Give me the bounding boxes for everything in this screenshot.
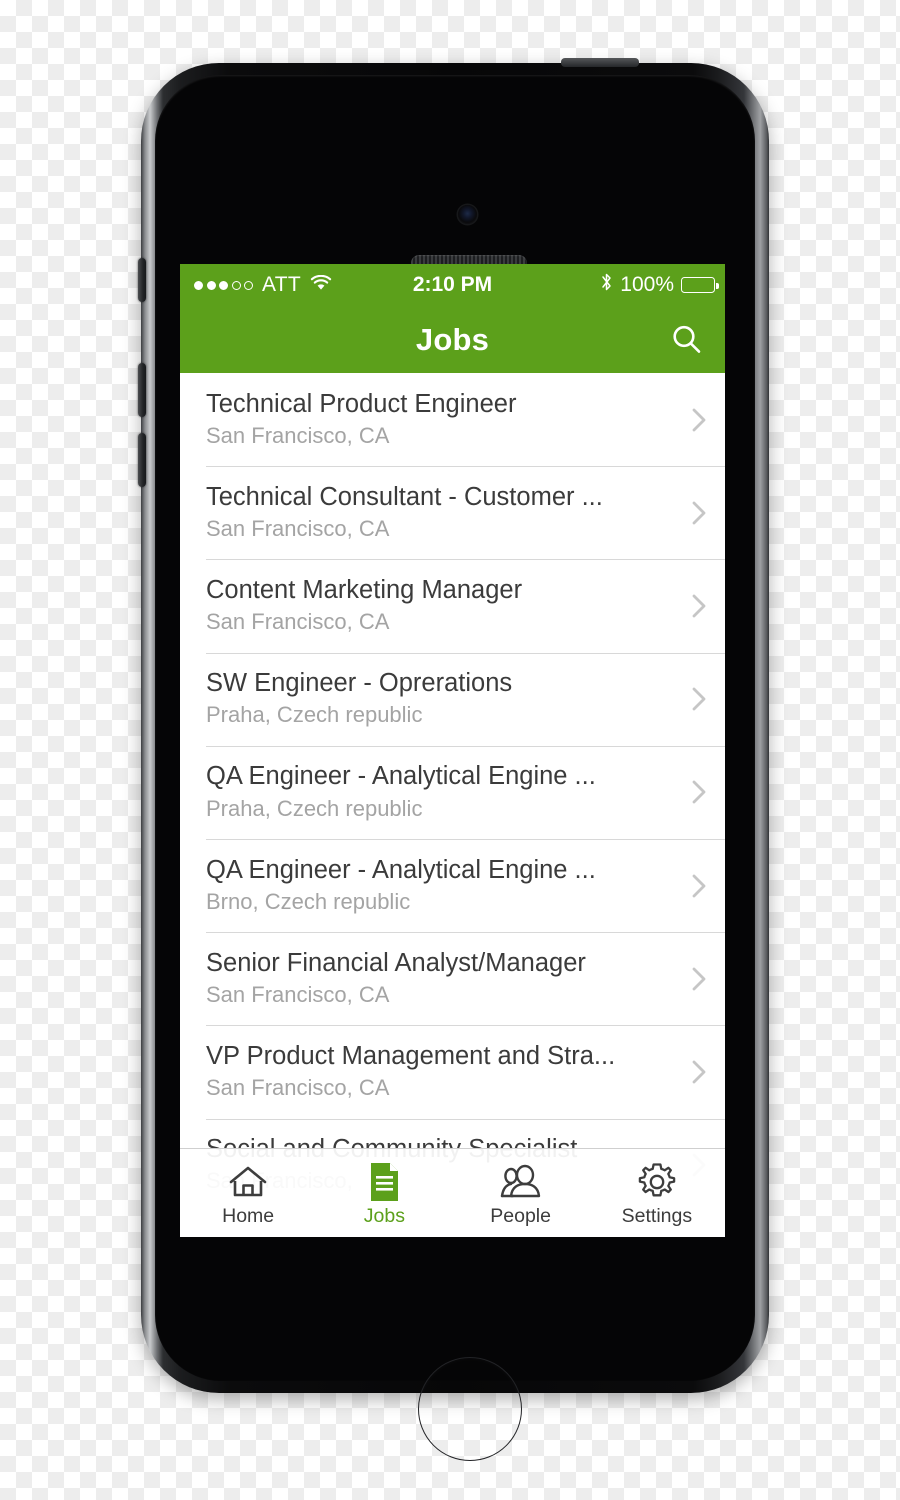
job-text-block: Technical Product Engineer San Francisco,… <box>206 389 673 451</box>
tab-label: Jobs <box>363 1204 405 1227</box>
job-title: Content Marketing Manager <box>206 576 523 605</box>
people-icon <box>497 1160 545 1204</box>
tab-label: People <box>490 1204 551 1227</box>
chevron-right-icon <box>673 590 725 622</box>
navigation-bar: Jobs <box>180 306 725 373</box>
job-location: San Francisco, CA <box>206 422 390 448</box>
job-title: QA Engineer - Analytical Engine ... <box>206 762 596 791</box>
battery-full-icon <box>681 277 719 293</box>
job-location: San Francisco, CA <box>206 609 390 635</box>
job-list-item[interactable]: VP Product Management and Stra... San Fra… <box>180 1025 725 1118</box>
job-list-item[interactable]: SW Engineer - Oprerations Praha, Czech re… <box>180 652 725 746</box>
bluetooth-icon <box>600 272 613 298</box>
tab-label: Settings <box>621 1204 693 1227</box>
chevron-right-icon <box>673 1056 725 1088</box>
job-title: Senior Financial Analyst/Manager <box>206 948 586 977</box>
chevron-right-icon <box>673 870 725 902</box>
job-title: QA Engineer - Analytical Engine ... <box>206 855 596 884</box>
job-list-item[interactable]: QA Engineer - Analytical Engine ... Praha… <box>180 745 725 839</box>
job-text-block: SW Engineer - Oprerations Praha, Czech re… <box>206 668 673 730</box>
job-list-item[interactable]: Technical Consultant - Customer ... San F… <box>180 466 725 559</box>
tab-bar: Home Jobs People Settings <box>180 1148 725 1237</box>
status-bar: ATT 2:10 PM 100% <box>180 264 725 306</box>
gear-icon <box>636 1160 678 1204</box>
job-title: Technical Consultant - Customer ... <box>206 482 603 511</box>
job-title: Technical Product Engineer <box>206 389 517 418</box>
battery-percent-label: 100% <box>620 273 674 296</box>
tab-item-settings[interactable]: Settings <box>589 1149 725 1237</box>
job-text-block: Technical Consultant - Customer ... San F… <box>206 482 673 544</box>
job-text-block: QA Engineer - Analytical Engine ... Praha… <box>206 761 673 823</box>
job-list-item[interactable]: Content Marketing Manager San Francisco, … <box>180 559 725 652</box>
home-button[interactable] <box>418 1357 522 1461</box>
tab-item-jobs[interactable]: Jobs <box>316 1149 452 1237</box>
chevron-right-icon <box>673 497 725 529</box>
tab-label: Home <box>222 1204 275 1227</box>
volume-up-button[interactable] <box>138 363 146 417</box>
home-icon <box>226 1160 270 1204</box>
job-list-item[interactable]: Technical Product Engineer San Francisco,… <box>180 373 725 466</box>
volume-down-button[interactable] <box>138 433 146 487</box>
page-title: Jobs <box>415 321 490 357</box>
job-text-block: QA Engineer - Analytical Engine ... Brno,… <box>206 855 673 917</box>
job-location: Brno, Czech republic <box>206 888 411 914</box>
job-text-block: Content Marketing Manager San Francisco, … <box>206 575 673 637</box>
front-camera <box>458 205 477 224</box>
silent-switch[interactable] <box>138 258 146 302</box>
power-button[interactable] <box>561 58 639 67</box>
job-list-item[interactable]: Senior Financial Analyst/Manager San Fran… <box>180 932 725 1025</box>
job-list-item[interactable]: QA Engineer - Analytical Engine ... Brno,… <box>180 838 725 932</box>
document-icon <box>364 1160 404 1204</box>
job-location: San Francisco, CA <box>206 981 390 1007</box>
job-text-block: VP Product Management and Stra... San Fra… <box>206 1041 673 1103</box>
chevron-right-icon <box>673 683 725 715</box>
page-background: ATT 2:10 PM 100% Jobs Technical Product … <box>0 0 900 1500</box>
jobs-list[interactable]: Technical Product Engineer San Francisco,… <box>180 373 725 1237</box>
chevron-right-icon <box>673 404 725 436</box>
job-location: San Francisco, CA <box>206 516 390 542</box>
job-location: San Francisco, CA <box>206 1075 390 1101</box>
job-location: Praha, Czech republic <box>206 795 423 821</box>
chevron-right-icon <box>673 963 725 995</box>
tab-item-people[interactable]: People <box>453 1149 589 1237</box>
phone-screen: ATT 2:10 PM 100% Jobs Technical Product … <box>180 264 725 1237</box>
job-text-block: Senior Financial Analyst/Manager San Fran… <box>206 948 673 1010</box>
search-icon[interactable] <box>661 314 713 366</box>
tab-item-home[interactable]: Home <box>180 1149 316 1237</box>
job-title: VP Product Management and Stra... <box>206 1042 616 1071</box>
chevron-right-icon <box>673 776 725 808</box>
job-title: SW Engineer - Oprerations <box>206 669 513 698</box>
job-location: Praha, Czech republic <box>206 702 423 728</box>
status-bar-right: 100% <box>600 272 719 298</box>
